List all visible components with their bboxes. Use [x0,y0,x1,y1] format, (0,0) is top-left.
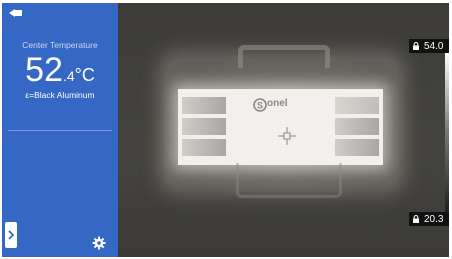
battery-charging-icon [9,9,22,17]
center-temperature-label: Center Temperature [22,40,98,50]
expand-sidebar-button[interactable] [5,222,17,248]
temperature-scale-bar [445,53,449,212]
crosshair-icon [278,127,296,145]
case-panel [335,139,379,156]
center-temperature-readout: 52.4°C [2,51,118,90]
emissivity-label[interactable]: ε=Black Aluminum [2,90,118,100]
case-hot-surface: S onel [178,89,383,165]
case-handle [238,45,330,68]
thermal-image-view[interactable]: S onel 54.0 20.3 [118,3,449,257]
temperature-decimal: .4 [62,68,75,84]
scale-max-value: 54.0 [424,40,444,52]
temperature-unit: °C [74,65,95,85]
scale-min-value: 20.3 [424,213,444,225]
sidebar-divider [8,130,112,131]
lock-icon [413,42,419,50]
lock-icon [413,215,419,223]
svg-text:S: S [257,101,263,111]
case-panel [335,97,379,114]
sidebar-panel: Center Temperature 52.4°C ε=Black Alumin… [2,3,118,257]
scale-min-badge[interactable]: 20.3 [409,212,449,226]
camera-screen: Center Temperature 52.4°C ε=Black Alumin… [2,3,449,257]
case-panel [182,97,226,114]
case-panel [182,118,226,135]
case-panel [335,118,379,135]
scale-max-badge[interactable]: 54.0 [409,39,449,53]
temperature-integer: 52 [25,51,63,89]
logo-text: onel [267,98,288,109]
sonel-logo: S onel [253,98,303,114]
chevron-right-icon [8,230,15,240]
gear-icon[interactable] [92,236,106,250]
case-panel [182,139,226,156]
case-bottom [236,163,342,198]
